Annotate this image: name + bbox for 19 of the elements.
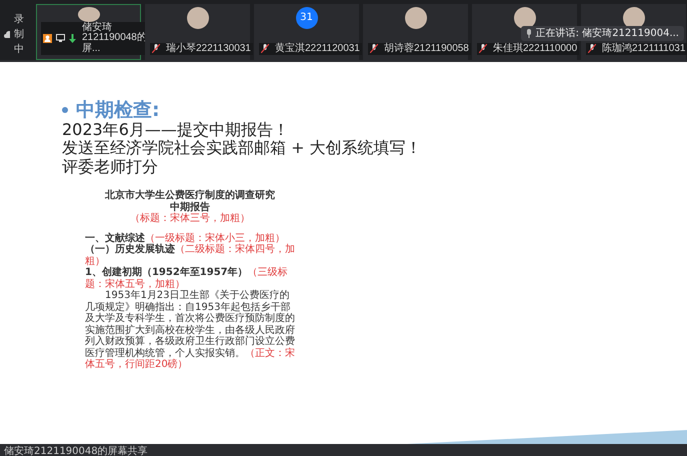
slide-text-line: 发送至经济学院社会实践部邮箱 + 大创系统填写！: [62, 139, 423, 158]
document-paragraph: 1953年1月23日卫生部《关于公费医疗的几项规定》明确指出：自1953年起包括乡干部及大学及专科学生，首次将公费医疗预防制度的实施范围扩大到高校在校学生，由各级人民政府列入财政预算，各级政府卫生行政部门设立公费医疗管理机构统管，个人实报实销。（正文：宋体五号，行间距20磅）: [85, 290, 295, 371]
screen-share-label: 储安琦2121190048的屏幕共享: [3, 444, 149, 456]
participant-name: 陈珈鸿2121111031: [600, 42, 687, 55]
document-heading: 1、创建初期（1952年至1957年）（三级标题：宋体五号，加粗）: [85, 267, 289, 290]
document-title: 中期报告 （标题：宋体三号，加粗）: [129, 202, 251, 225]
slide-heading: 中期检查:: [76, 100, 160, 121]
participant-name: 朱佳琪2221110000: [491, 42, 580, 55]
participant-name: 瑞小琴2221130031: [164, 42, 253, 55]
avatar: 31: [296, 7, 318, 29]
recording-label: 录制中: [14, 13, 25, 57]
document-title: 北京市大学生公费医疗制度的调查研究: [104, 190, 276, 202]
slide-text-line: 评委老师打分: [62, 158, 159, 176]
document-heading: 一、文献综述（一级标题：宋体小三，加粗）: [85, 232, 286, 244]
slide-text-line: 2023年6月——提交中期报告！: [62, 120, 290, 140]
document-heading: （一）历史发展轨迹（二级标题：宋体四号，加粗）: [85, 244, 295, 267]
participant-name: 胡诗蓉2121190058: [382, 42, 471, 55]
speaking-label: 正在讲话: 储安琦212119004...: [536, 28, 679, 39]
participant-name: 黄宝淇2221120031: [273, 42, 362, 55]
